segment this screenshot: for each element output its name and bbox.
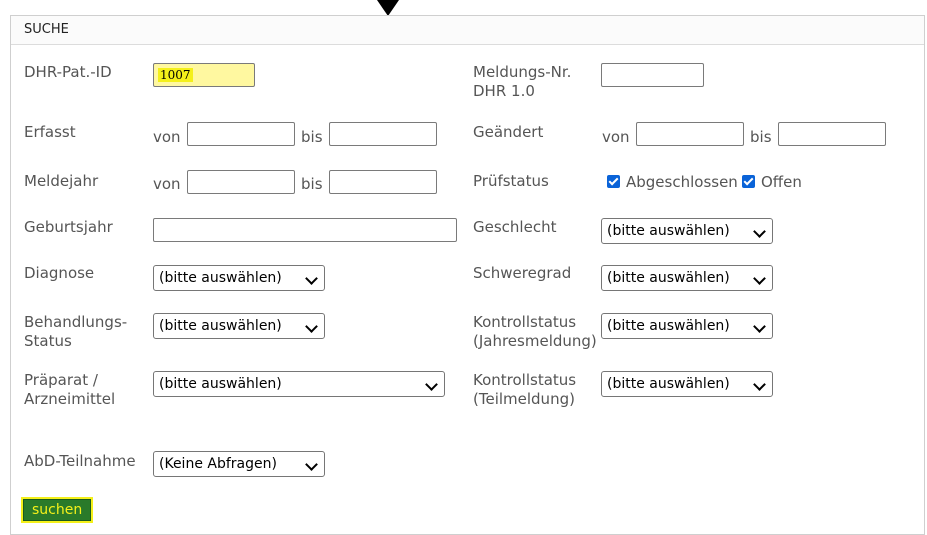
- geaendert-von-input[interactable]: [636, 122, 744, 146]
- chevron-down-icon: [425, 378, 438, 391]
- geburtsjahr-input[interactable]: [153, 218, 457, 242]
- kontrollstatus-teil-select[interactable]: (bitte auswählen): [601, 371, 773, 397]
- diagnose-select[interactable]: (bitte auswählen): [153, 265, 325, 291]
- geaendert-bis-input[interactable]: [778, 122, 886, 146]
- chevron-down-icon: [753, 378, 766, 391]
- offen-label: Offen: [761, 173, 802, 191]
- schweregrad-label: Schweregrad: [473, 264, 572, 282]
- chevron-down-icon: [753, 320, 766, 333]
- meldungs-nr-input[interactable]: [601, 63, 704, 87]
- pruefstatus-label: Prüfstatus: [473, 172, 549, 190]
- schweregrad-select[interactable]: (bitte auswählen): [601, 265, 773, 291]
- geaendert-von-label: von: [602, 128, 630, 146]
- search-button-highlight: suchen: [21, 497, 94, 523]
- praeparat-label: Präparat / Arzneimittel: [24, 371, 116, 408]
- dhr-pat-id-input[interactable]: 1007: [153, 63, 255, 87]
- meldejahr-bis-label: bis: [301, 175, 323, 193]
- search-button[interactable]: suchen: [23, 499, 92, 521]
- geburtsjahr-label: Geburtsjahr: [24, 218, 113, 236]
- erfasst-bis-input[interactable]: [329, 122, 437, 146]
- chevron-down-icon: [305, 458, 318, 471]
- meldungs-nr-label: Meldungs-Nr. DHR 1.0: [473, 63, 572, 100]
- praeparat-select[interactable]: (bitte auswählen): [153, 371, 445, 397]
- abgeschlossen-label: Abgeschlossen: [626, 173, 738, 191]
- dhr-pat-id-label: DHR-Pat.-ID: [24, 63, 112, 81]
- chevron-down-icon: [305, 272, 318, 285]
- abgeschlossen-checkbox[interactable]: [607, 175, 620, 188]
- kontrollstatus-teil-label: Kontrollstatus (Teilmeldung): [473, 371, 577, 408]
- erfasst-von-label: von: [153, 128, 181, 146]
- kontrollstatus-jahr-label: Kontrollstatus (Jahresmeldung): [473, 313, 597, 350]
- meldejahr-von-input[interactable]: [187, 170, 295, 194]
- diagnose-label: Diagnose: [24, 264, 95, 282]
- meldejahr-bis-input[interactable]: [329, 170, 437, 194]
- geaendert-bis-label: bis: [750, 128, 772, 146]
- behandlungs-status-select[interactable]: (bitte auswählen): [153, 313, 325, 339]
- kontrollstatus-jahr-select[interactable]: (bitte auswählen): [601, 313, 773, 339]
- behandlungs-status-label: Behandlungs- Status: [24, 313, 128, 350]
- erfasst-label: Erfasst: [24, 123, 76, 141]
- panel-title: SUCHE: [11, 16, 924, 45]
- erfasst-von-input[interactable]: [187, 122, 295, 146]
- meldejahr-von-label: von: [153, 175, 181, 193]
- chevron-down-icon: [753, 272, 766, 285]
- geaendert-label: Geändert: [473, 123, 544, 141]
- abd-teilnahme-label: AbD-Teilnahme: [24, 452, 136, 470]
- search-panel: SUCHE: [10, 15, 925, 535]
- abd-teilnahme-select[interactable]: (Keine Abfragen): [153, 451, 325, 477]
- meldejahr-label: Meldejahr: [24, 172, 99, 190]
- chevron-down-icon: [753, 225, 766, 238]
- offen-checkbox[interactable]: [742, 175, 755, 188]
- geschlecht-select[interactable]: (bitte auswählen): [601, 218, 773, 244]
- geschlecht-label: Geschlecht: [473, 218, 557, 236]
- pointer-arrow-icon: [377, 0, 399, 16]
- erfasst-bis-label: bis: [301, 128, 323, 146]
- chevron-down-icon: [305, 320, 318, 333]
